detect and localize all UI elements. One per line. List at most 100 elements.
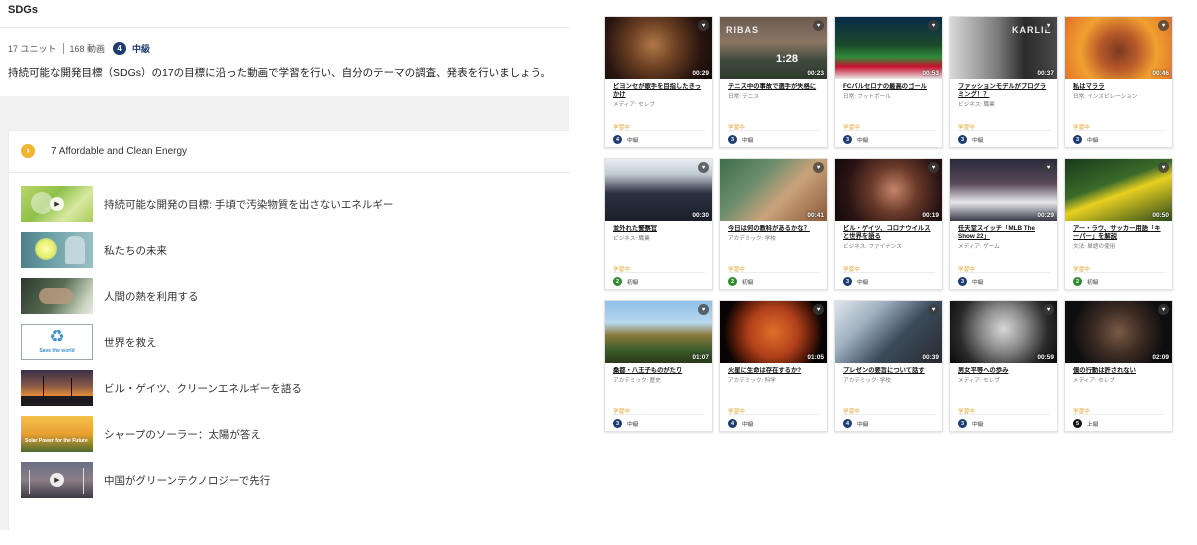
level-label: 中級 bbox=[742, 138, 754, 144]
video-title[interactable]: FCバルセロナの最高のゴール bbox=[843, 83, 935, 91]
level-label: 中級 bbox=[627, 422, 639, 428]
level-badge: 2 bbox=[728, 277, 737, 286]
video-duration: 00:19 bbox=[922, 212, 939, 219]
favorite-heart-icon[interactable]: ♥ bbox=[1043, 20, 1054, 31]
favorite-heart-icon[interactable]: ♥ bbox=[928, 162, 939, 173]
favorite-heart-icon[interactable]: ♥ bbox=[698, 304, 709, 315]
lesson-item[interactable]: 私たちの未来 bbox=[21, 231, 566, 269]
chevron-right-icon[interactable]: › bbox=[21, 144, 35, 158]
video-title[interactable]: 任天堂スイッチ「MLB The Show 22」 bbox=[958, 225, 1050, 241]
divider bbox=[1073, 130, 1165, 131]
video-card[interactable]: ♥ 00:50 アー・ラウ、サッカー用語「キーパー」を解説 文法: 単語の使用 学習中 2… bbox=[1064, 158, 1173, 290]
video-thumbnail[interactable]: ♥ 01:05 bbox=[720, 301, 827, 363]
lesson-item[interactable]: ▶ 持続可能な開発の目標: 手頃で汚染物質を出さないエネルギー bbox=[21, 185, 566, 223]
video-duration: 00:39 bbox=[922, 354, 939, 361]
video-title[interactable]: 今日は何の教科があるかな？ bbox=[728, 225, 820, 233]
video-title[interactable]: 私はマララ bbox=[1073, 83, 1165, 91]
unit-header[interactable]: › 7 Affordable and Clean Energy bbox=[21, 144, 187, 158]
video-thumbnail[interactable]: ♥ 00:19 bbox=[835, 159, 942, 221]
video-category: ビジネス: ファイナンス bbox=[843, 244, 902, 250]
video-thumbnail[interactable]: ♥ 00:41 bbox=[720, 159, 827, 221]
video-card[interactable]: ♥ 00:29 任天堂スイッチ「MLB The Show 22」 メディア: ゲーム学… bbox=[949, 158, 1058, 290]
lesson-item[interactable]: Solar Power for the Future シャープのソーラー：太陽が… bbox=[21, 415, 566, 453]
lesson-thumbnail[interactable] bbox=[21, 370, 93, 406]
video-thumbnail[interactable]: ♥ 00:29 bbox=[950, 159, 1057, 221]
video-thumbnail[interactable]: KARLIE ♥ 00:37 bbox=[950, 17, 1057, 79]
video-category: ビジネス: 職業 bbox=[613, 236, 650, 242]
video-card[interactable]: ♥ 00:46 私はマララ 日常: インスピレーション 学習中 3 中級 bbox=[1064, 16, 1173, 148]
lesson-title: 持続可能な開発の目標: 手頃で汚染物質を出さないエネルギー bbox=[104, 198, 394, 211]
thumbnail-text: RIBAS bbox=[726, 25, 760, 35]
divider bbox=[62, 42, 64, 54]
level-label: 中級 bbox=[857, 422, 869, 428]
video-thumbnail[interactable]: ♥ 00:29 bbox=[605, 17, 712, 79]
favorite-heart-icon[interactable]: ♥ bbox=[1043, 304, 1054, 315]
favorite-heart-icon[interactable]: ♥ bbox=[1158, 162, 1169, 173]
section-background bbox=[0, 96, 569, 130]
video-level: 3 中級 bbox=[958, 135, 984, 144]
video-title[interactable]: 火星に生命は存在するか? bbox=[728, 367, 820, 375]
favorite-heart-icon[interactable]: ♥ bbox=[813, 20, 824, 31]
level-label: 中級 bbox=[1087, 138, 1099, 144]
video-card[interactable]: KARLIE ♥ 00:37 ファッションモデルがプログラミング！？ ビジネス: 職業学… bbox=[949, 16, 1058, 148]
video-category: アカデミック: 学校 bbox=[843, 378, 891, 384]
video-card[interactable]: ♥ 01:07 桑都・八王子ものがたり アカデミック: 歴史 学習中 3 中級 bbox=[604, 300, 713, 432]
level-badge: 3 bbox=[1073, 135, 1082, 144]
video-title[interactable]: 僕の行動は許されない bbox=[1073, 367, 1165, 375]
video-thumbnail[interactable]: ♥ 00:30 bbox=[605, 159, 712, 221]
video-thumbnail[interactable]: ♥ 00:59 bbox=[950, 301, 1057, 363]
video-thumbnail[interactable]: ♥ 00:53 bbox=[835, 17, 942, 79]
video-title[interactable]: 桑都・八王子ものがたり bbox=[613, 367, 705, 375]
favorite-heart-icon[interactable]: ♥ bbox=[1158, 304, 1169, 315]
lesson-item[interactable]: ▶ 中国がグリーンテクノロジーで先行 bbox=[21, 461, 566, 499]
video-title[interactable]: テニス中の事故で選手が失格に bbox=[728, 83, 820, 91]
video-title[interactable]: ファッションモデルがプログラミング！？ bbox=[958, 83, 1050, 99]
favorite-heart-icon[interactable]: ♥ bbox=[813, 162, 824, 173]
video-thumbnail[interactable]: ♥ 01:07 bbox=[605, 301, 712, 363]
video-title[interactable]: プレゼンの要旨について話す bbox=[843, 367, 935, 375]
video-card[interactable]: ♥ 02:09 僕の行動は許されない メディア: セレブ 学習中 5 上級 bbox=[1064, 300, 1173, 432]
video-title[interactable]: ビル・ゲイツ、コロナウイルスと世界を語る bbox=[843, 225, 935, 241]
video-level: 3 中級 bbox=[843, 135, 869, 144]
video-card[interactable]: ♥ 00:30 並外れた警察官 ビジネス: 職業 学習中 2 初級 bbox=[604, 158, 713, 290]
favorite-heart-icon[interactable]: ♥ bbox=[1158, 20, 1169, 31]
video-title[interactable]: 男女平等への歩み bbox=[958, 367, 1050, 375]
divider bbox=[958, 272, 1050, 273]
lesson-item[interactable]: ビル・ゲイツ、クリーンエネルギーを語る bbox=[21, 369, 566, 407]
favorite-heart-icon[interactable]: ♥ bbox=[928, 20, 939, 31]
video-title[interactable]: アー・ラウ、サッカー用語「キーパー」を解説 bbox=[1073, 225, 1165, 241]
video-thumbnail[interactable]: RIBAS 1:28 ♥ 00:23 bbox=[720, 17, 827, 79]
favorite-heart-icon[interactable]: ♥ bbox=[1043, 162, 1054, 173]
lesson-thumbnail[interactable] bbox=[21, 232, 93, 268]
video-card[interactable]: ♥ 00:19 ビル・ゲイツ、コロナウイルスと世界を語る ビジネス: ファイナンス 学習… bbox=[834, 158, 943, 290]
lesson-thumbnail[interactable] bbox=[21, 278, 93, 314]
video-grid: ♥ 00:29 ビヨンセが歌手を目指したきっかけ メディア: セレブ 学習中 4 中級 RIB… bbox=[604, 16, 1175, 436]
video-category: アカデミック: 歴史 bbox=[613, 378, 661, 384]
video-card[interactable]: ♥ 00:41 今日は何の教科があるかな？ アカデミック: 学校 学習中 2 初級 bbox=[719, 158, 828, 290]
favorite-heart-icon[interactable]: ♥ bbox=[698, 162, 709, 173]
video-thumbnail[interactable]: ♥ 00:46 bbox=[1065, 17, 1172, 79]
lesson-thumbnail[interactable]: ▶ bbox=[21, 186, 93, 222]
lesson-item[interactable]: ♻ Save the world 世界を救え bbox=[21, 323, 566, 361]
video-card[interactable]: ♥ 01:05 火星に生命は存在するか? アカデミック: 科学 学習中 4 中級 bbox=[719, 300, 828, 432]
lesson-item[interactable]: 人間の熱を利用する bbox=[21, 277, 566, 315]
video-duration: 00:29 bbox=[692, 70, 709, 77]
video-thumbnail[interactable]: ♥ 02:09 bbox=[1065, 301, 1172, 363]
video-card[interactable]: ♥ 00:39 プレゼンの要旨について話す アカデミック: 学校 学習中 4 中級 bbox=[834, 300, 943, 432]
video-thumbnail[interactable]: ♥ 00:50 bbox=[1065, 159, 1172, 221]
course-meta: 17 ユニット 168 動画 4 中級 bbox=[8, 40, 150, 56]
lesson-thumbnail[interactable]: ♻ Save the world bbox=[21, 324, 93, 360]
video-card[interactable]: ♥ 00:53 FCバルセロナの最高のゴール 日常: フットボール 学習中 3 中級 bbox=[834, 16, 943, 148]
divider bbox=[9, 172, 570, 173]
video-card[interactable]: ♥ 00:29 ビヨンセが歌手を目指したきっかけ メディア: セレブ 学習中 4 中級 bbox=[604, 16, 713, 148]
favorite-heart-icon[interactable]: ♥ bbox=[928, 304, 939, 315]
video-thumbnail[interactable]: ♥ 00:39 bbox=[835, 301, 942, 363]
video-title[interactable]: ビヨンセが歌手を目指したきっかけ bbox=[613, 83, 705, 99]
lesson-thumbnail[interactable]: Solar Power for the Future bbox=[21, 416, 93, 452]
video-card[interactable]: RIBAS 1:28 ♥ 00:23 テニス中の事故で選手が失格に 日常: テニス 学習中 3… bbox=[719, 16, 828, 148]
video-title[interactable]: 並外れた警察官 bbox=[613, 225, 705, 233]
favorite-heart-icon[interactable]: ♥ bbox=[813, 304, 824, 315]
favorite-heart-icon[interactable]: ♥ bbox=[698, 20, 709, 31]
lesson-thumbnail[interactable]: ▶ bbox=[21, 462, 93, 498]
video-card[interactable]: ♥ 00:59 男女平等への歩み メディア: セレブ 学習中 3 中級 bbox=[949, 300, 1058, 432]
